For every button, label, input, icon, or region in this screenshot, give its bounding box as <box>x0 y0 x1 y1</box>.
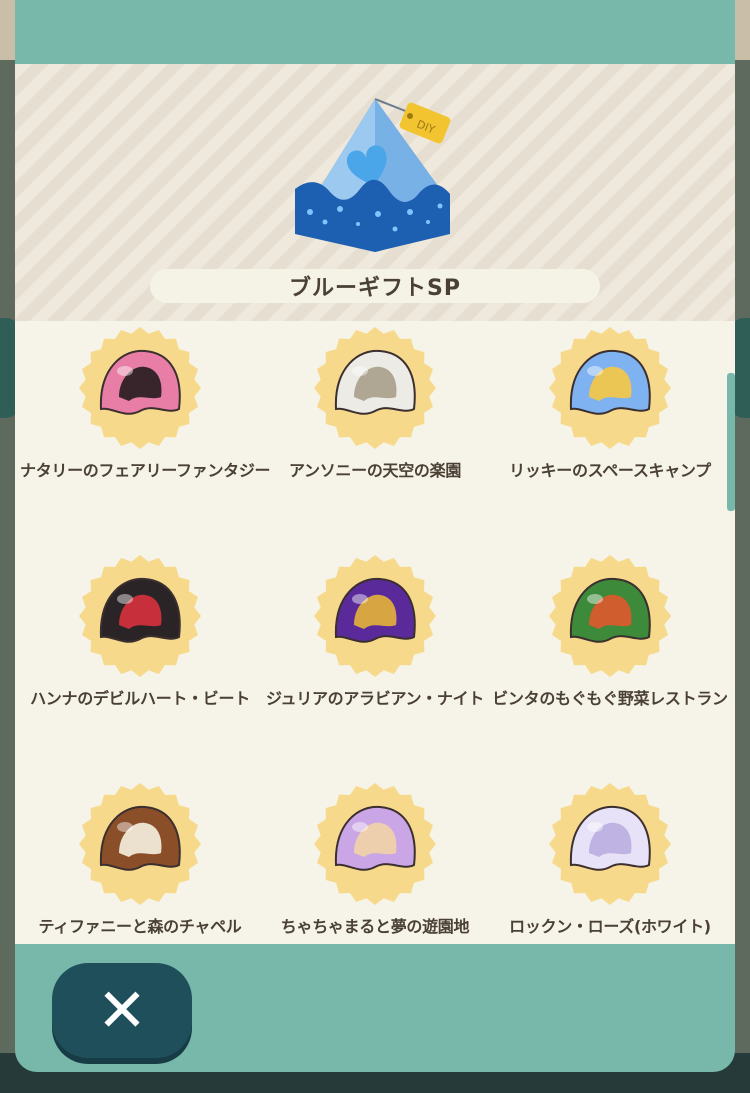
purple-arabian-cap-icon <box>314 555 436 677</box>
gift-contents-modal: DIY ブルーギフトSP ナタリーのフェアリーファンタジー アンソニーの天空の楽園… <box>15 0 735 1072</box>
gift-item-label: ナタリーのフェアリーファンタジー <box>20 461 271 480</box>
gift-item[interactable]: ちゃちゃまると夢の遊園地 <box>255 777 495 944</box>
gift-item-list[interactable]: ナタリーのフェアリーファンタジー アンソニーの天空の楽園 リッキーのスペースキャンプ… <box>15 321 735 944</box>
gift-item-label: ビンタのもぐもぐ野菜レストラン <box>492 689 728 708</box>
blue-gift-box-icon: DIY <box>295 98 451 252</box>
gift-item-label: ティファニーと森のチャペル <box>38 917 242 936</box>
gift-hero: DIY ブルーギフトSP <box>15 64 735 321</box>
gift-item-label: ロックン・ローズ(ホワイト) <box>509 917 711 936</box>
vegetable-cap-icon <box>549 555 671 677</box>
white-gold-swirl-cap-icon <box>314 327 436 449</box>
close-icon: ✕ <box>96 975 148 1046</box>
blue-star-cap-icon <box>549 327 671 449</box>
gift-item-label: ジュリアのアラビアン・ナイト <box>265 689 485 708</box>
butterfly-wing-cap-icon <box>79 327 201 449</box>
gift-item-label: ちゃちゃまると夢の遊園地 <box>280 917 470 936</box>
gift-item[interactable]: ジュリアのアラビアン・ナイト <box>255 549 495 769</box>
black-heart-bolt-cap-icon <box>79 555 201 677</box>
gift-item[interactable]: アンソニーの天空の楽園 <box>255 321 495 541</box>
gift-item[interactable]: ティファニーと森のチャペル <box>20 777 260 944</box>
gift-item[interactable]: ロックン・ローズ(ホワイト) <box>490 777 730 944</box>
gift-item-label: アンソニーの天空の楽園 <box>288 461 462 480</box>
white-rose-cap-icon <box>549 783 671 905</box>
gift-item-label: ハンナのデビルハート・ビート <box>30 689 250 708</box>
forest-chapel-cap-icon <box>79 783 201 905</box>
gift-item[interactable]: リッキーのスペースキャンプ <box>490 321 730 541</box>
gift-item[interactable]: ハンナのデビルハート・ビート <box>20 549 260 769</box>
close-button[interactable]: ✕ <box>52 963 192 1058</box>
gift-item[interactable]: ナタリーのフェアリーファンタジー <box>20 321 271 541</box>
gift-item[interactable]: ビンタのもぐもぐ野菜レストラン <box>490 549 730 769</box>
gift-name: ブルーギフトSP <box>150 269 600 303</box>
pastel-dream-cap-icon <box>314 783 436 905</box>
gift-item-label: リッキーのスペースキャンプ <box>509 461 711 480</box>
